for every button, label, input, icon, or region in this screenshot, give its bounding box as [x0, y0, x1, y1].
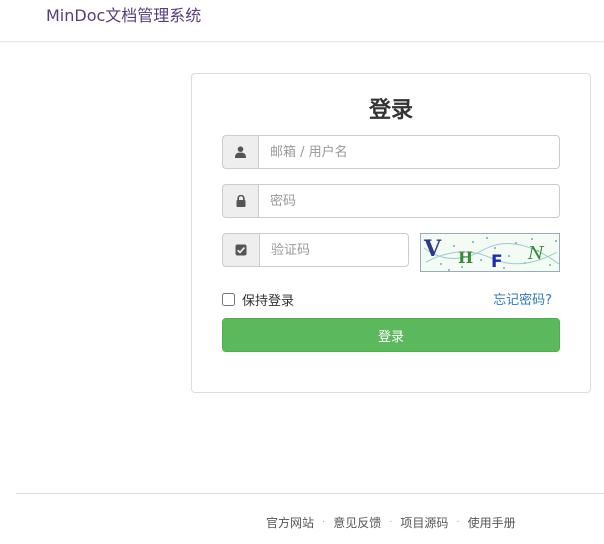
- footer-link-official-site[interactable]: 官方网站: [266, 514, 314, 531]
- captcha-char-1: V: [423, 236, 442, 262]
- captcha-char-2: H: [458, 248, 473, 267]
- captcha-input-group: [222, 233, 409, 267]
- captcha-char-4: N: [527, 243, 545, 264]
- remember-me-checkbox[interactable]: [222, 293, 235, 306]
- footer-links: 官方网站 · 意见反馈 · 项目源码 · 使用手册: [266, 514, 516, 531]
- footer-link-feedback[interactable]: 意见反馈: [333, 514, 381, 531]
- footer-link-manual[interactable]: 使用手册: [468, 514, 516, 531]
- password-input[interactable]: [258, 184, 560, 218]
- captcha-char-3: F: [491, 252, 503, 272]
- captcha-input[interactable]: [259, 233, 409, 267]
- footer-separator: ·: [389, 517, 393, 528]
- user-icon: [222, 135, 258, 169]
- login-title: 登录: [368, 98, 413, 123]
- remember-me-label: 保持登录: [242, 294, 295, 309]
- password-input-group: [222, 184, 560, 218]
- login-submit-button[interactable]: 登录: [222, 318, 560, 352]
- lock-icon: [222, 184, 258, 218]
- brand-logo-link[interactable]: MinDoc文档管理系统: [46, 6, 201, 26]
- footer-separator: ·: [456, 517, 460, 528]
- remember-me-checkbox-label[interactable]: 保持登录: [222, 290, 294, 309]
- top-navbar: MinDoc文档管理系统: [0, 0, 604, 42]
- captcha-image[interactable]: V H F N: [420, 233, 560, 272]
- check-square-icon: [222, 233, 259, 267]
- forgot-password-link[interactable]: 忘记密码?: [493, 289, 552, 308]
- footer-separator: ·: [322, 517, 326, 528]
- footer-divider: [16, 493, 604, 494]
- account-input[interactable]: [258, 135, 560, 169]
- account-input-group: [222, 135, 560, 169]
- footer-link-source-code[interactable]: 项目源码: [400, 514, 448, 531]
- login-panel: 登录 邮箱 / 用户名 验证码 V H F N 保持登录 忘记密码? 登录: [191, 73, 591, 393]
